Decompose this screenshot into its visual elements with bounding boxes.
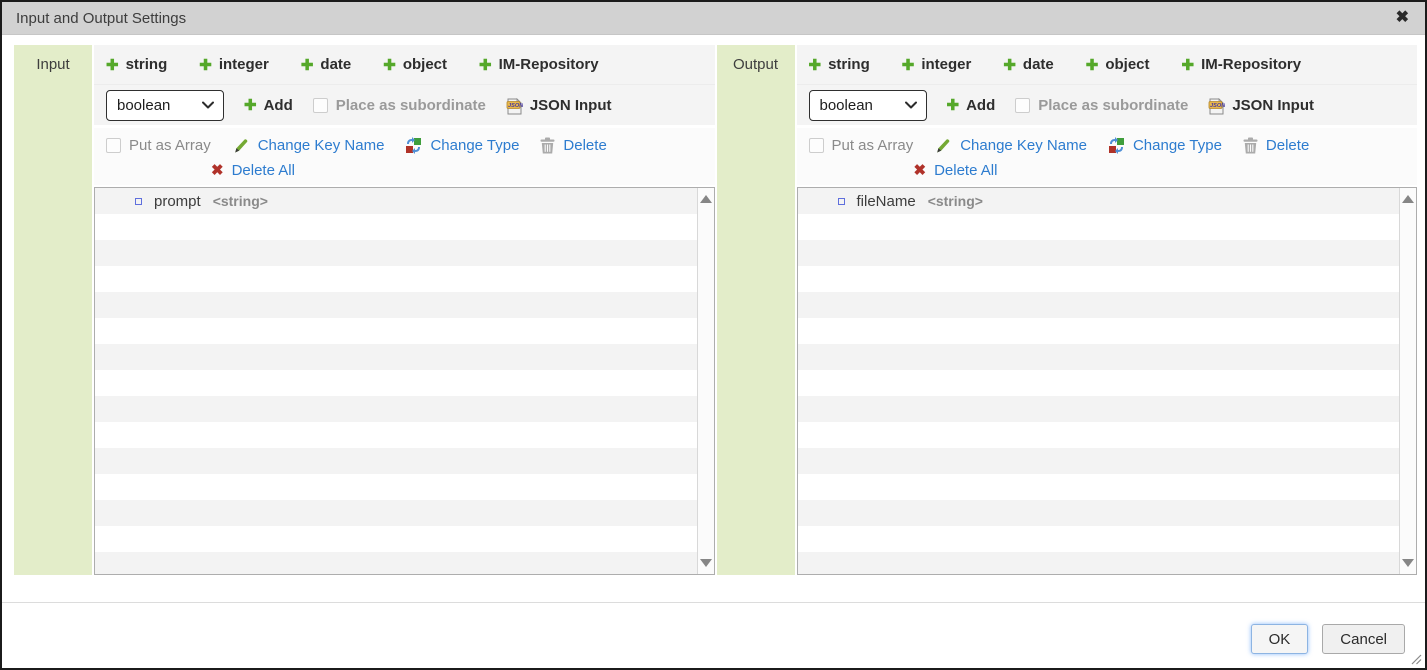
plus-icon: ✚	[808, 56, 822, 74]
add-string-button[interactable]: ✚ string	[809, 56, 870, 74]
plus-icon: ✚	[244, 97, 257, 114]
delete-link[interactable]: Delete	[540, 137, 607, 154]
pencil-icon	[234, 139, 248, 153]
change-type-icon	[1108, 137, 1124, 154]
dialog-footer: OK Cancel	[2, 602, 1425, 654]
change-key-name-link[interactable]: Change Key Name	[232, 137, 384, 154]
add-integer-button[interactable]: ✚ integer	[199, 56, 269, 74]
input-panel: Input ✚ string ✚ integer ✚ date ✚ object…	[14, 45, 715, 575]
scroll-up-icon[interactable]	[1402, 195, 1414, 203]
type-select[interactable]: boolean	[106, 89, 224, 121]
plus-icon: ✚	[479, 56, 492, 74]
change-type-link[interactable]: Change Type	[1108, 137, 1222, 154]
delete-all-link[interactable]: ✖ Delete All	[913, 161, 998, 180]
delete-link[interactable]: Delete	[1243, 137, 1309, 154]
checkbox	[808, 138, 824, 153]
checkbox	[106, 138, 121, 153]
red-x-icon: ✖	[211, 162, 224, 179]
add-date-button[interactable]: ✚ date	[301, 56, 351, 74]
svg-text:JSON: JSON	[508, 103, 523, 109]
trash-icon	[1243, 137, 1258, 154]
plus-icon: ✚	[300, 56, 314, 74]
change-type-icon	[406, 137, 422, 154]
trash-icon	[540, 137, 555, 154]
input-output-settings-dialog: Input and Output Settings ✖ Input ✚ stri…	[0, 0, 1427, 670]
output-actions: Put as Array Change Key Name Change Type…	[796, 128, 1417, 185]
dialog-title: Input and Output Settings	[16, 9, 187, 27]
scroll-up-icon[interactable]	[699, 195, 712, 203]
list-item[interactable]: prompt <string>	[95, 188, 714, 214]
checkbox	[312, 97, 328, 113]
json-file-icon: JSON	[1208, 97, 1225, 114]
change-key-name-link[interactable]: Change Key Name	[934, 137, 1087, 154]
plus-icon: ✚	[1181, 56, 1195, 74]
input-panel-label: Input	[14, 45, 92, 575]
delete-all-link[interactable]: ✖ Delete All	[211, 161, 295, 180]
change-type-link[interactable]: Change Type	[405, 137, 519, 154]
output-toolbar: ✚ string ✚ integer ✚ date ✚ object ✚ IM-…	[796, 45, 1417, 125]
cancel-button[interactable]: Cancel	[1322, 624, 1405, 654]
input-toolbar: ✚ string ✚ integer ✚ date ✚ object ✚ IM-…	[94, 45, 715, 125]
add-button[interactable]: ✚ Add	[946, 96, 996, 115]
place-as-subordinate-checkbox[interactable]: Place as subordinate	[312, 97, 486, 114]
dialog-content: Input ✚ string ✚ integer ✚ date ✚ object…	[2, 35, 1425, 654]
add-date-button[interactable]: ✚ date	[1003, 56, 1053, 74]
put-as-array-checkbox[interactable]: Put as Array	[106, 137, 211, 154]
title-bar: Input and Output Settings ✖	[2, 2, 1425, 35]
scroll-down-icon[interactable]	[1402, 559, 1414, 567]
plus-icon: ✚	[1085, 56, 1099, 74]
input-actions: Put as Array Change Key Name Change Type…	[94, 128, 715, 185]
json-input-button[interactable]: JSON JSON Input	[1208, 96, 1314, 115]
pencil-icon	[937, 139, 950, 153]
input-type-list: prompt <string>	[94, 187, 715, 575]
node-square-icon	[837, 197, 845, 205]
json-input-button[interactable]: JSON JSON Input	[506, 96, 611, 115]
node-square-icon	[135, 197, 142, 205]
add-object-button[interactable]: ✚ object	[383, 56, 447, 74]
input-list-scrollbar[interactable]	[696, 188, 714, 574]
chevron-down-icon	[202, 101, 214, 109]
red-x-icon: ✖	[913, 162, 927, 179]
list-item[interactable]: fileName <string>	[798, 188, 1417, 214]
place-as-subordinate-checkbox[interactable]: Place as subordinate	[1015, 97, 1188, 114]
output-type-list: fileName <string>	[796, 187, 1417, 575]
add-im-repository-button[interactable]: ✚ IM-Repository	[479, 56, 599, 74]
scroll-down-icon[interactable]	[699, 559, 712, 567]
plus-icon: ✚	[199, 56, 212, 74]
plus-icon: ✚	[901, 56, 915, 74]
plus-icon: ✚	[383, 56, 396, 74]
plus-icon: ✚	[1003, 56, 1016, 74]
ok-button[interactable]: OK	[1250, 624, 1309, 654]
output-panel: Output ✚ string ✚ integer ✚ date ✚ objec…	[716, 45, 1417, 575]
resize-handle[interactable]	[1411, 654, 1422, 665]
close-icon[interactable]: ✖	[1396, 10, 1409, 26]
add-button[interactable]: ✚ Add	[244, 96, 293, 115]
output-list-scrollbar[interactable]	[1399, 188, 1416, 574]
add-im-repository-button[interactable]: ✚ IM-Repository	[1182, 56, 1302, 74]
put-as-array-checkbox[interactable]: Put as Array	[808, 137, 913, 154]
add-object-button[interactable]: ✚ object	[1086, 56, 1150, 74]
type-select[interactable]: boolean	[808, 89, 927, 121]
svg-text:JSON: JSON	[1210, 103, 1225, 109]
chevron-down-icon	[904, 101, 917, 109]
checkbox	[1015, 97, 1031, 113]
plus-icon: ✚	[946, 97, 960, 114]
plus-icon: ✚	[106, 56, 119, 74]
output-panel-label: Output	[716, 45, 795, 575]
add-integer-button[interactable]: ✚ integer	[902, 56, 972, 74]
add-string-button[interactable]: ✚ string	[106, 56, 167, 74]
panels-container: Input ✚ string ✚ integer ✚ date ✚ object…	[14, 45, 1417, 575]
json-file-icon: JSON	[506, 97, 523, 114]
